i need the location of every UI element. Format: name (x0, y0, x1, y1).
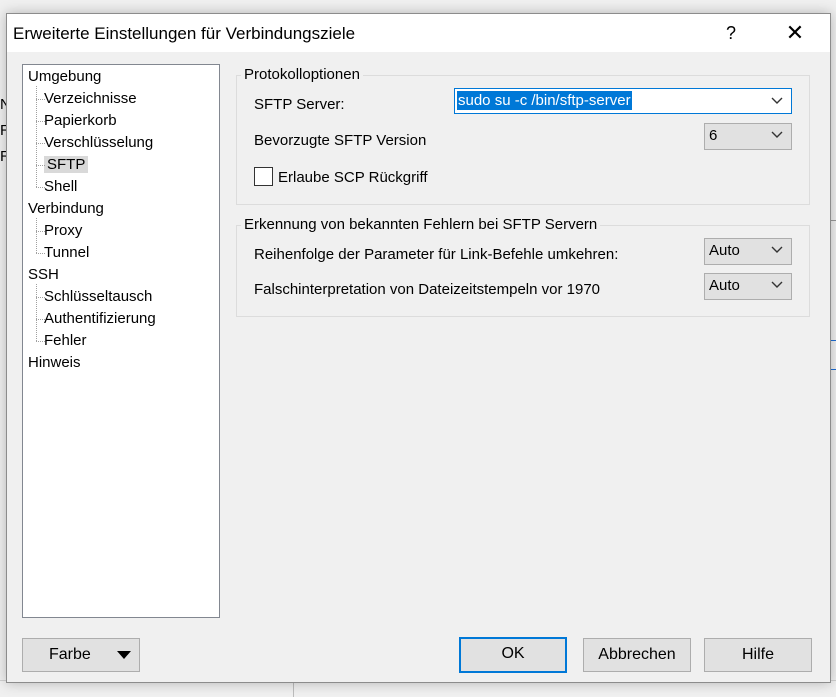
tree-guide-line (36, 284, 37, 341)
tree-item-label: Verbindung (28, 200, 104, 217)
tree-item-label: Fehler (44, 332, 87, 349)
tree-item[interactable]: Proxy (44, 220, 82, 242)
tree-item-label: SFTP (44, 156, 89, 173)
tree-connector (36, 231, 45, 232)
sftp-server-value[interactable]: sudo su -c /bin/sftp-server (457, 91, 632, 110)
tree-connector (36, 297, 45, 298)
tree-item-label: Umgebung (28, 68, 102, 85)
scp-fallback-checkbox[interactable] (254, 167, 273, 186)
tree-connector (36, 253, 45, 254)
chevron-down-icon[interactable] (771, 243, 783, 255)
tree-item[interactable]: Umgebung (28, 66, 101, 88)
chevron-down-icon[interactable] (771, 94, 783, 106)
title-bar: Erweiterte Einstellungen für Verbindungs… (7, 14, 830, 52)
tree-item-label: SSH (28, 266, 59, 283)
scp-fallback-label[interactable]: Erlaube SCP Rückgriff (278, 169, 428, 186)
tree-item-label: Shell (44, 178, 78, 195)
tree-item[interactable]: Papierkorb (44, 110, 117, 132)
sftp-version-select[interactable]: 6 (704, 123, 792, 150)
reverse-link-params-label: Reihenfolge der Parameter für Link-Befeh… (254, 246, 619, 263)
tree-connector (36, 99, 45, 100)
bug-detection-title: Erkennung von bekannten Fehlern bei SFTP… (241, 216, 601, 233)
tree-guide-line (36, 218, 37, 253)
help-icon[interactable]: ? (719, 20, 743, 46)
reverse-link-params-value: Auto (709, 242, 740, 259)
settings-tree[interactable]: Umgebung Verzeichnisse Papierkorb Verschlüs… (22, 64, 220, 618)
dropdown-arrow-icon[interactable] (117, 651, 131, 659)
tree-item[interactable]: Verzeichnisse (44, 88, 137, 110)
tree-item[interactable]: Authentifizierung (44, 308, 156, 330)
tree-connector (36, 319, 45, 320)
dialog-title: Erweiterte Einstellungen für Verbindungs… (13, 24, 356, 43)
color-button-label: Farbe (49, 646, 91, 663)
timestamp-misinterpretation-select[interactable]: Auto (704, 273, 792, 300)
tree-item[interactable]: Shell (44, 176, 77, 198)
tree-item-label: Verzeichnisse (44, 90, 137, 107)
advanced-settings-dialog: Erweiterte Einstellungen für Verbindungs… (6, 13, 831, 683)
sftp-server-label: SFTP Server: (254, 96, 345, 113)
tree-item[interactable]: Tunnel (44, 242, 89, 264)
tree-item-label: Proxy (44, 222, 83, 239)
sftp-version-label: Bevorzugte SFTP Version (254, 132, 427, 149)
tree-item[interactable]: Verschlüsselung (44, 132, 153, 154)
protocol-options-title: Protokolloptionen (241, 66, 363, 83)
tree-item[interactable]: Fehler (44, 330, 87, 352)
tree-connector (36, 165, 45, 166)
tree-item-label: Hinweis (28, 354, 81, 371)
sftp-version-value: 6 (709, 127, 718, 144)
close-icon[interactable]: ✕ (783, 20, 807, 46)
chevron-down-icon[interactable] (771, 128, 783, 140)
tree-item[interactable]: Schlüsseltausch (44, 286, 152, 308)
protocol-options-group: Protokolloptionen SFTP Server: sudo su -… (236, 66, 810, 205)
chevron-down-icon[interactable] (771, 278, 783, 290)
tree-guide-line (36, 86, 37, 187)
tree-item-label: Schlüsseltausch (44, 288, 153, 305)
cancel-button[interactable]: Abbrechen (583, 638, 691, 672)
color-button[interactable]: Farbe (22, 638, 140, 672)
timestamp-misinterpretation-value: Auto (709, 277, 740, 294)
tree-item-label: Verschlüsselung (44, 134, 154, 151)
tree-item-label: Papierkorb (44, 112, 117, 129)
tree-connector (36, 121, 45, 122)
help-button[interactable]: Hilfe (704, 638, 812, 672)
tree-item[interactable]: SFTP (44, 154, 89, 176)
tree-connector (36, 341, 45, 342)
tree-item-label: Tunnel (44, 244, 90, 261)
tree-connector (36, 187, 45, 188)
bug-detection-group: Erkennung von bekannten Fehlern bei SFTP… (236, 216, 810, 317)
tree-item-label: Authentifizierung (44, 310, 156, 327)
reverse-link-params-select[interactable]: Auto (704, 238, 792, 265)
sftp-server-combobox[interactable]: sudo su -c /bin/sftp-server (454, 88, 792, 114)
tree-item[interactable]: Verbindung (28, 198, 104, 220)
tree-item[interactable]: Hinweis (28, 352, 81, 374)
timestamp-misinterpretation-label: Falschinterpretation von Dateizeitstempe… (254, 281, 601, 298)
tree-item[interactable]: SSH (28, 264, 59, 286)
ok-button[interactable]: OK (459, 637, 567, 673)
tree-connector (36, 143, 45, 144)
